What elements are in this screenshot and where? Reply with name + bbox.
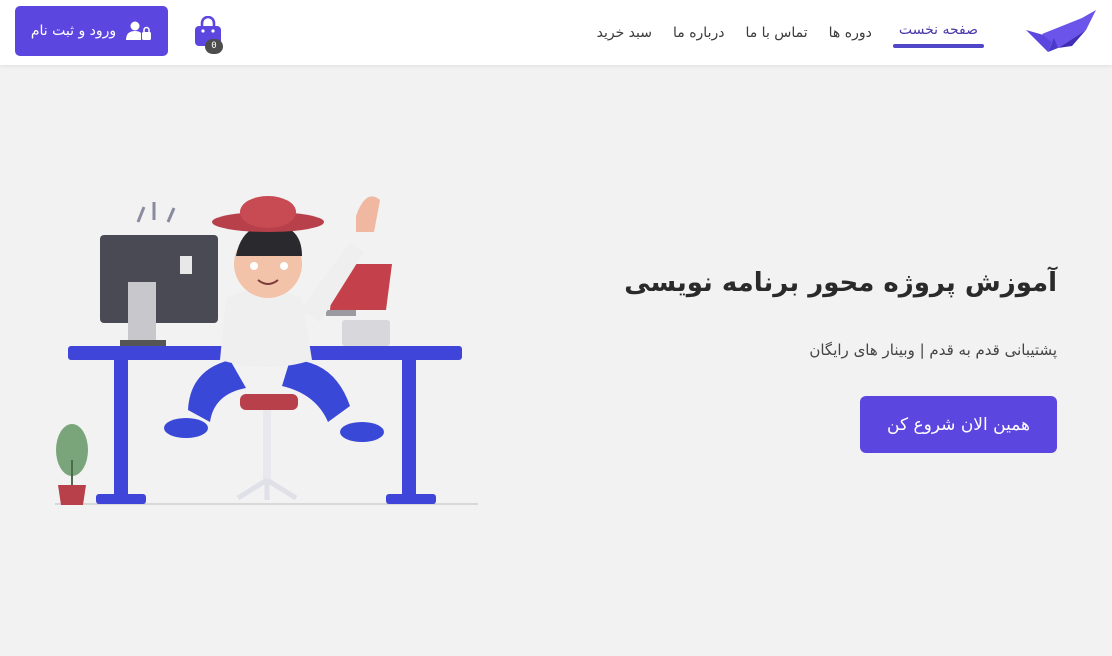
nav-item-home[interactable]: صفحه نخست bbox=[892, 22, 985, 48]
hero-title: آموزش پروژه محور برنامه نویسی bbox=[624, 268, 1057, 298]
main-nav: صفحه نخست دوره ها تماس با ما درباره ما س… bbox=[576, 0, 985, 65]
nav-item-courses[interactable]: دوره ها bbox=[829, 21, 872, 45]
nav-item-contact[interactable]: تماس با ما bbox=[745, 21, 807, 45]
cart-button[interactable]: 0 bbox=[189, 15, 223, 54]
start-now-label: همین الان شروع کن bbox=[887, 414, 1030, 435]
user-lock-icon bbox=[126, 21, 152, 40]
start-now-button[interactable]: همین الان شروع کن bbox=[860, 396, 1057, 453]
cart-count-badge: 0 bbox=[205, 39, 223, 54]
nav-item-about[interactable]: درباره ما bbox=[673, 21, 724, 45]
login-register-label: ورود و ثبت نام bbox=[30, 23, 117, 39]
hero-subtitle: پشتیبانی قدم به قدم | وبینار های رایگان bbox=[809, 341, 1057, 359]
hero-illustration bbox=[50, 160, 480, 510]
nav-item-cart[interactable]: سبد خرید bbox=[597, 21, 652, 45]
login-register-button[interactable]: ورود و ثبت نام bbox=[15, 6, 168, 56]
header: صفحه نخست دوره ها تماس با ما درباره ما س… bbox=[0, 0, 1112, 65]
logo-bird-icon[interactable] bbox=[1024, 8, 1098, 56]
